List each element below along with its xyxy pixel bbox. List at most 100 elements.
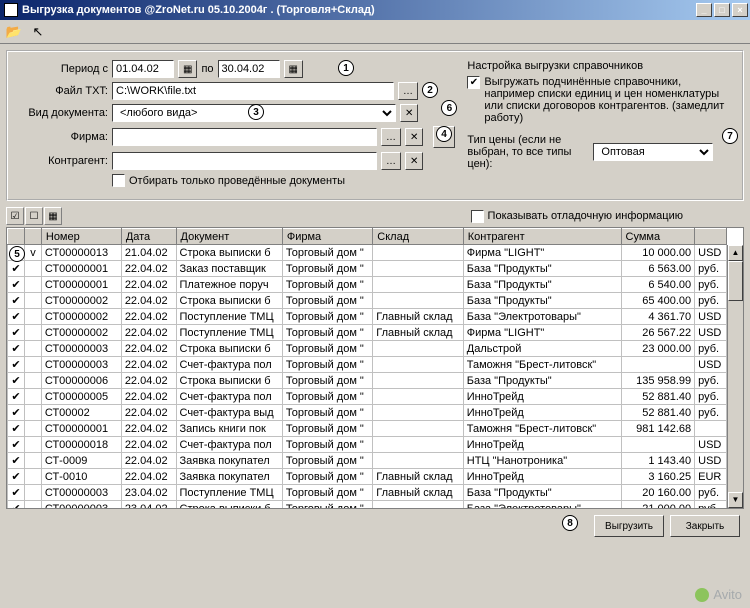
cell: 22.04.02 (121, 309, 176, 325)
select-all-button[interactable]: ☑ (6, 207, 24, 225)
row-checkbox[interactable]: ✔ (8, 389, 25, 405)
row-checkbox[interactable]: ✔ (8, 501, 25, 509)
cell: USD (695, 357, 727, 373)
row-checkbox[interactable]: ✔ (8, 293, 25, 309)
row-checkbox[interactable]: ✔ (8, 405, 25, 421)
column-header[interactable]: Дата (121, 229, 176, 245)
export-button[interactable]: Выгрузить (594, 515, 664, 537)
export-sub-checkbox[interactable]: ✔ Выгружать подчинённые справочники, нап… (467, 76, 732, 124)
column-header[interactable] (695, 229, 727, 245)
row-checkbox[interactable]: ✔ (8, 341, 25, 357)
callout-6: 6 (441, 100, 457, 116)
open-icon[interactable]: 📂 (4, 22, 24, 42)
row-checkbox[interactable]: ✔ (8, 261, 25, 277)
cell: 981 142.68 (621, 421, 695, 437)
cell: Торговый дом " (282, 437, 372, 453)
pricetype-select[interactable]: Оптовая (593, 143, 713, 161)
date-from-picker[interactable]: ▦ (178, 60, 197, 78)
row-checkbox[interactable]: ✔ (8, 469, 25, 485)
debug-checkbox[interactable]: Показывать отладочную информацию (471, 210, 683, 223)
contractor-browse-button[interactable]: … (381, 152, 401, 170)
scroll-thumb[interactable] (728, 261, 743, 301)
cell: СТ00000005 (41, 389, 121, 405)
grid-scrollbar[interactable]: ▲ ▼ (727, 245, 743, 508)
cell (621, 357, 695, 373)
table-row[interactable]: ✔СТ0000000122.04.02Платежное поручТоргов… (8, 277, 727, 293)
row-marker (25, 357, 42, 373)
checkbox-icon: ✔ (467, 76, 480, 89)
table-row[interactable]: ✔СТ-001022.04.02Заявка покупателТорговый… (8, 469, 727, 485)
cell: Торговый дом " (282, 453, 372, 469)
cell: 22.04.02 (121, 293, 176, 309)
cell: 65 400.00 (621, 293, 695, 309)
cell: Торговый дом " (282, 501, 372, 509)
firm-clear-button[interactable]: ✕ (405, 128, 423, 146)
cell (373, 341, 463, 357)
table-row[interactable]: ✔СТ0000000323.04.02Строка выписки бТорго… (8, 501, 727, 509)
table-row[interactable]: ✔vСТ0000001321.04.02Строка выписки бТорг… (8, 245, 727, 261)
column-header[interactable]: Контрагент (463, 229, 621, 245)
table-row[interactable]: ✔СТ0000000122.04.02Запись книги покТорго… (8, 421, 727, 437)
cell: ИнноТрейд (463, 437, 621, 453)
column-header[interactable] (25, 229, 42, 245)
contractor-input[interactable] (112, 152, 377, 170)
table-row[interactable]: ✔СТ0000000622.04.02Строка выписки бТорго… (8, 373, 727, 389)
table-row[interactable]: ✔СТ0000000222.04.02Строка выписки бТорго… (8, 293, 727, 309)
column-header[interactable]: Документ (176, 229, 282, 245)
row-checkbox[interactable]: ✔ (8, 277, 25, 293)
date-to-input[interactable] (218, 60, 280, 78)
scroll-up-icon[interactable]: ▲ (728, 245, 743, 261)
firm-input[interactable] (112, 128, 377, 146)
row-checkbox[interactable]: ✔ (8, 437, 25, 453)
column-header[interactable] (8, 229, 25, 245)
scroll-down-icon[interactable]: ▼ (728, 492, 743, 508)
cell: 3 160.25 (621, 469, 695, 485)
cell: Торговый дом " (282, 421, 372, 437)
row-checkbox[interactable]: ✔ (8, 485, 25, 501)
table-row[interactable]: ✔СТ0000222.04.02Счет-фактура выдТорговый… (8, 405, 727, 421)
table-row[interactable]: ✔СТ0000000222.04.02Поступление ТМЦТоргов… (8, 325, 727, 341)
row-checkbox[interactable]: ✔ (8, 421, 25, 437)
doctype-clear-button[interactable]: ✕ (400, 104, 418, 122)
row-marker (25, 421, 42, 437)
table-row[interactable]: ✔СТ0000000322.04.02Строка выписки бТорго… (8, 341, 727, 357)
row-marker (25, 469, 42, 485)
table-row[interactable]: ✔СТ0000000322.04.02Счет-фактура полТорго… (8, 357, 727, 373)
firm-browse-button[interactable]: … (381, 128, 401, 146)
contractor-clear-button[interactable]: ✕ (405, 152, 423, 170)
close-window-button[interactable]: × (732, 3, 748, 17)
deselect-all-button[interactable]: ☐ (25, 207, 43, 225)
cell: 135 958.99 (621, 373, 695, 389)
file-browse-button[interactable]: … (398, 82, 418, 100)
row-checkbox[interactable]: ✔ (8, 373, 25, 389)
column-header[interactable]: Склад (373, 229, 463, 245)
date-from-input[interactable] (112, 60, 174, 78)
minimize-button[interactable]: _ (696, 3, 712, 17)
column-header[interactable]: Сумма (621, 229, 695, 245)
column-header[interactable]: Фирма (282, 229, 372, 245)
cell: 22.04.02 (121, 405, 176, 421)
invert-button[interactable]: ▦ (44, 207, 62, 225)
cell: 22.04.02 (121, 453, 176, 469)
cursor-icon[interactable]: ↖ (28, 22, 48, 42)
filter-panel: Период с ▦ по ▦ 1 Файл TXT: … 2 Вид доку… (6, 50, 744, 201)
row-checkbox[interactable]: ✔ (8, 453, 25, 469)
row-checkbox[interactable]: ✔ (8, 309, 25, 325)
maximize-button[interactable]: □ (714, 3, 730, 17)
column-header[interactable]: Номер (41, 229, 121, 245)
table-row[interactable]: ✔СТ0000000522.04.02Счет-фактура полТорго… (8, 389, 727, 405)
row-checkbox[interactable]: ✔ (8, 357, 25, 373)
table-row[interactable]: ✔СТ0000000323.04.02Поступление ТМЦТоргов… (8, 485, 727, 501)
table-row[interactable]: ✔СТ0000000222.04.02Поступление ТМЦТоргов… (8, 309, 727, 325)
cell (373, 421, 463, 437)
table-row[interactable]: ✔СТ0000000122.04.02Заказ поставщикТоргов… (8, 261, 727, 277)
row-checkbox[interactable]: ✔ (8, 325, 25, 341)
date-to-picker[interactable]: ▦ (284, 60, 303, 78)
table-row[interactable]: ✔СТ0000001822.04.02Счет-фактура полТорго… (8, 437, 727, 453)
file-input[interactable] (112, 82, 394, 100)
only-posted-checkbox[interactable]: Отбирать только проведённые документы (112, 174, 345, 187)
close-button[interactable]: Закрыть (670, 515, 740, 537)
cell: База "Электротовары" (463, 309, 621, 325)
documents-grid[interactable]: 5 НомерДатаДокументФирмаСкладКонтрагентС… (6, 227, 744, 509)
table-row[interactable]: ✔СТ-000922.04.02Заявка покупателТорговый… (8, 453, 727, 469)
